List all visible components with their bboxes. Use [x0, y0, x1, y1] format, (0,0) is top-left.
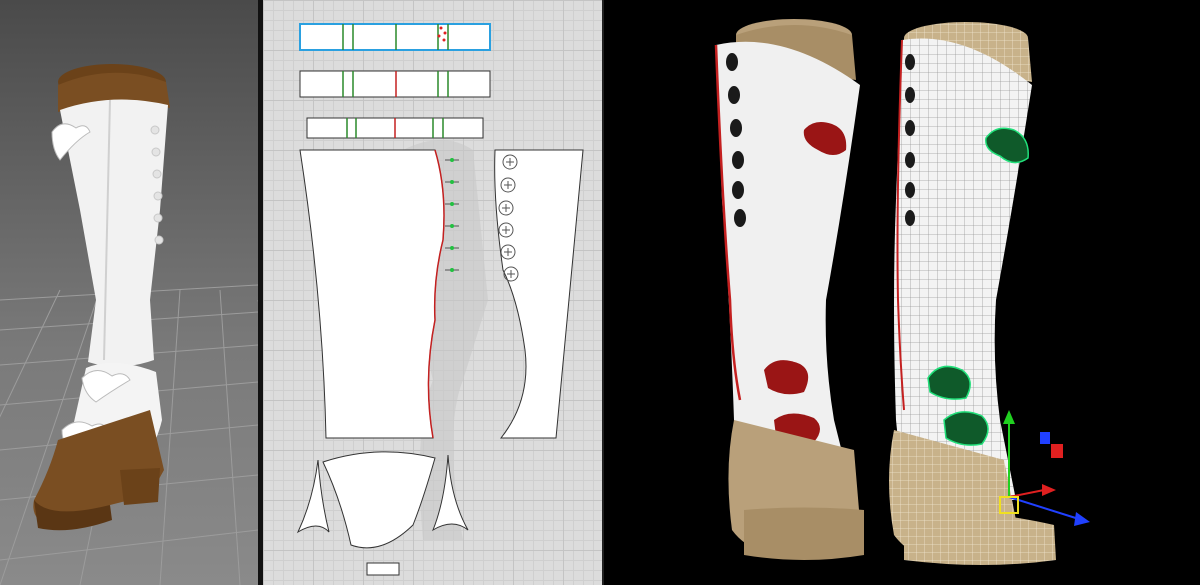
- 3d-viewport-canvas: [0, 64, 258, 585]
- 3d-viewport[interactable]: [0, 0, 258, 585]
- pattern-piece-tab[interactable]: [366, 562, 400, 576]
- 2d-pattern-window[interactable]: [263, 0, 602, 585]
- pattern-piece-heel-cap[interactable]: [322, 451, 436, 549]
- render-viewport-canvas: [714, 19, 1090, 565]
- pattern-piece-strip-top[interactable]: [299, 23, 491, 51]
- pattern-piece-flap-left[interactable]: [296, 459, 330, 534]
- boot-render-solid[interactable]: [714, 19, 864, 560]
- pattern-piece-strip-lower[interactable]: [306, 117, 484, 139]
- render-viewport[interactable]: [604, 0, 1200, 585]
- pattern-piece-strip-middle[interactable]: [299, 70, 491, 98]
- boot-render-wireframe[interactable]: [889, 22, 1056, 565]
- pattern-piece-back-panel[interactable]: [494, 149, 584, 439]
- 2d-pattern-canvas: [296, 23, 584, 576]
